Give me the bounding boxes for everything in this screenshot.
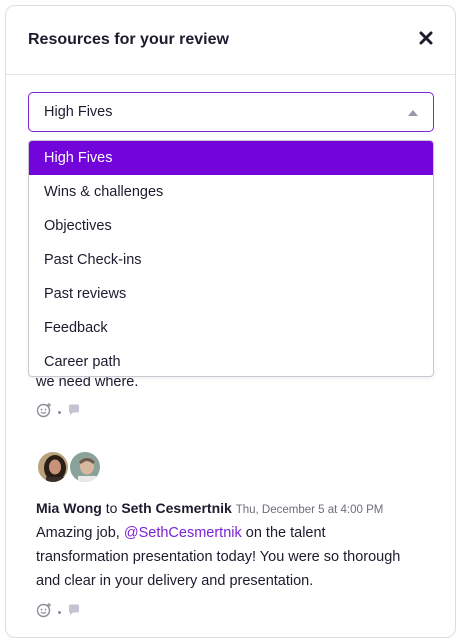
- option-career-path[interactable]: Career path: [29, 345, 433, 376]
- avatar-image-mia: [38, 452, 68, 482]
- close-button[interactable]: [415, 27, 437, 49]
- option-past-reviews[interactable]: Past reviews: [29, 277, 433, 311]
- avatar-mia-wong: [36, 450, 70, 484]
- comment-button[interactable]: [67, 603, 81, 622]
- option-feedback[interactable]: Feedback: [29, 311, 433, 345]
- add-reaction-icon: [36, 602, 51, 617]
- mention-link[interactable]: @SethCesmertnik: [124, 525, 242, 541]
- resource-select[interactable]: High Fives: [28, 92, 434, 132]
- panel-title: Resources for your review: [28, 31, 229, 48]
- comment-icon: [69, 404, 79, 415]
- to-label: to: [105, 500, 118, 516]
- avatar-image-seth: [70, 452, 100, 482]
- option-high-fives[interactable]: High Fives: [29, 141, 433, 175]
- post-header: Mia Wong to Seth Cesmertnik Thu, Decembe…: [36, 500, 383, 516]
- separator-dot: [58, 610, 61, 614]
- post-body-line-2: transformation presentation today! You w…: [36, 549, 401, 565]
- add-reaction-button[interactable]: [36, 602, 52, 623]
- recipient-name[interactable]: Seth Cesmertnik: [121, 500, 231, 516]
- option-wins-challenges[interactable]: Wins & challenges: [29, 175, 433, 209]
- option-objectives[interactable]: Objectives: [29, 209, 433, 243]
- option-past-check-ins[interactable]: Past Check-ins: [29, 243, 433, 277]
- comment-icon: [69, 604, 79, 615]
- comment-button[interactable]: [67, 403, 81, 422]
- resource-dropdown: High Fives Wins & challenges Objectives …: [28, 140, 434, 377]
- post-body-start: Amazing job,: [36, 525, 124, 541]
- add-reaction-button[interactable]: [36, 402, 52, 423]
- post-body-line-1: Amazing job, @SethCesmertnik on the tale…: [36, 521, 326, 545]
- panel-header: Resources for your review: [6, 6, 455, 75]
- review-resources-panel: Resources for your review High Fives Hig…: [5, 5, 456, 638]
- post-body-line1-end: on the talent: [241, 525, 326, 541]
- separator-dot: [58, 410, 61, 414]
- post-actions-1: [36, 402, 81, 423]
- author-name[interactable]: Mia Wong: [36, 500, 102, 516]
- add-reaction-icon: [36, 402, 51, 417]
- close-icon: [419, 31, 433, 45]
- post-timestamp: Thu, December 5 at 4:00 PM: [235, 504, 384, 516]
- resource-select-value: High Fives: [44, 104, 113, 120]
- post-body-line-3: and clear in your delivery and presentat…: [36, 573, 314, 589]
- caret-up-icon: [408, 110, 418, 116]
- post-actions-2: [36, 602, 81, 623]
- avatar-seth-cesmertnik: [68, 450, 102, 484]
